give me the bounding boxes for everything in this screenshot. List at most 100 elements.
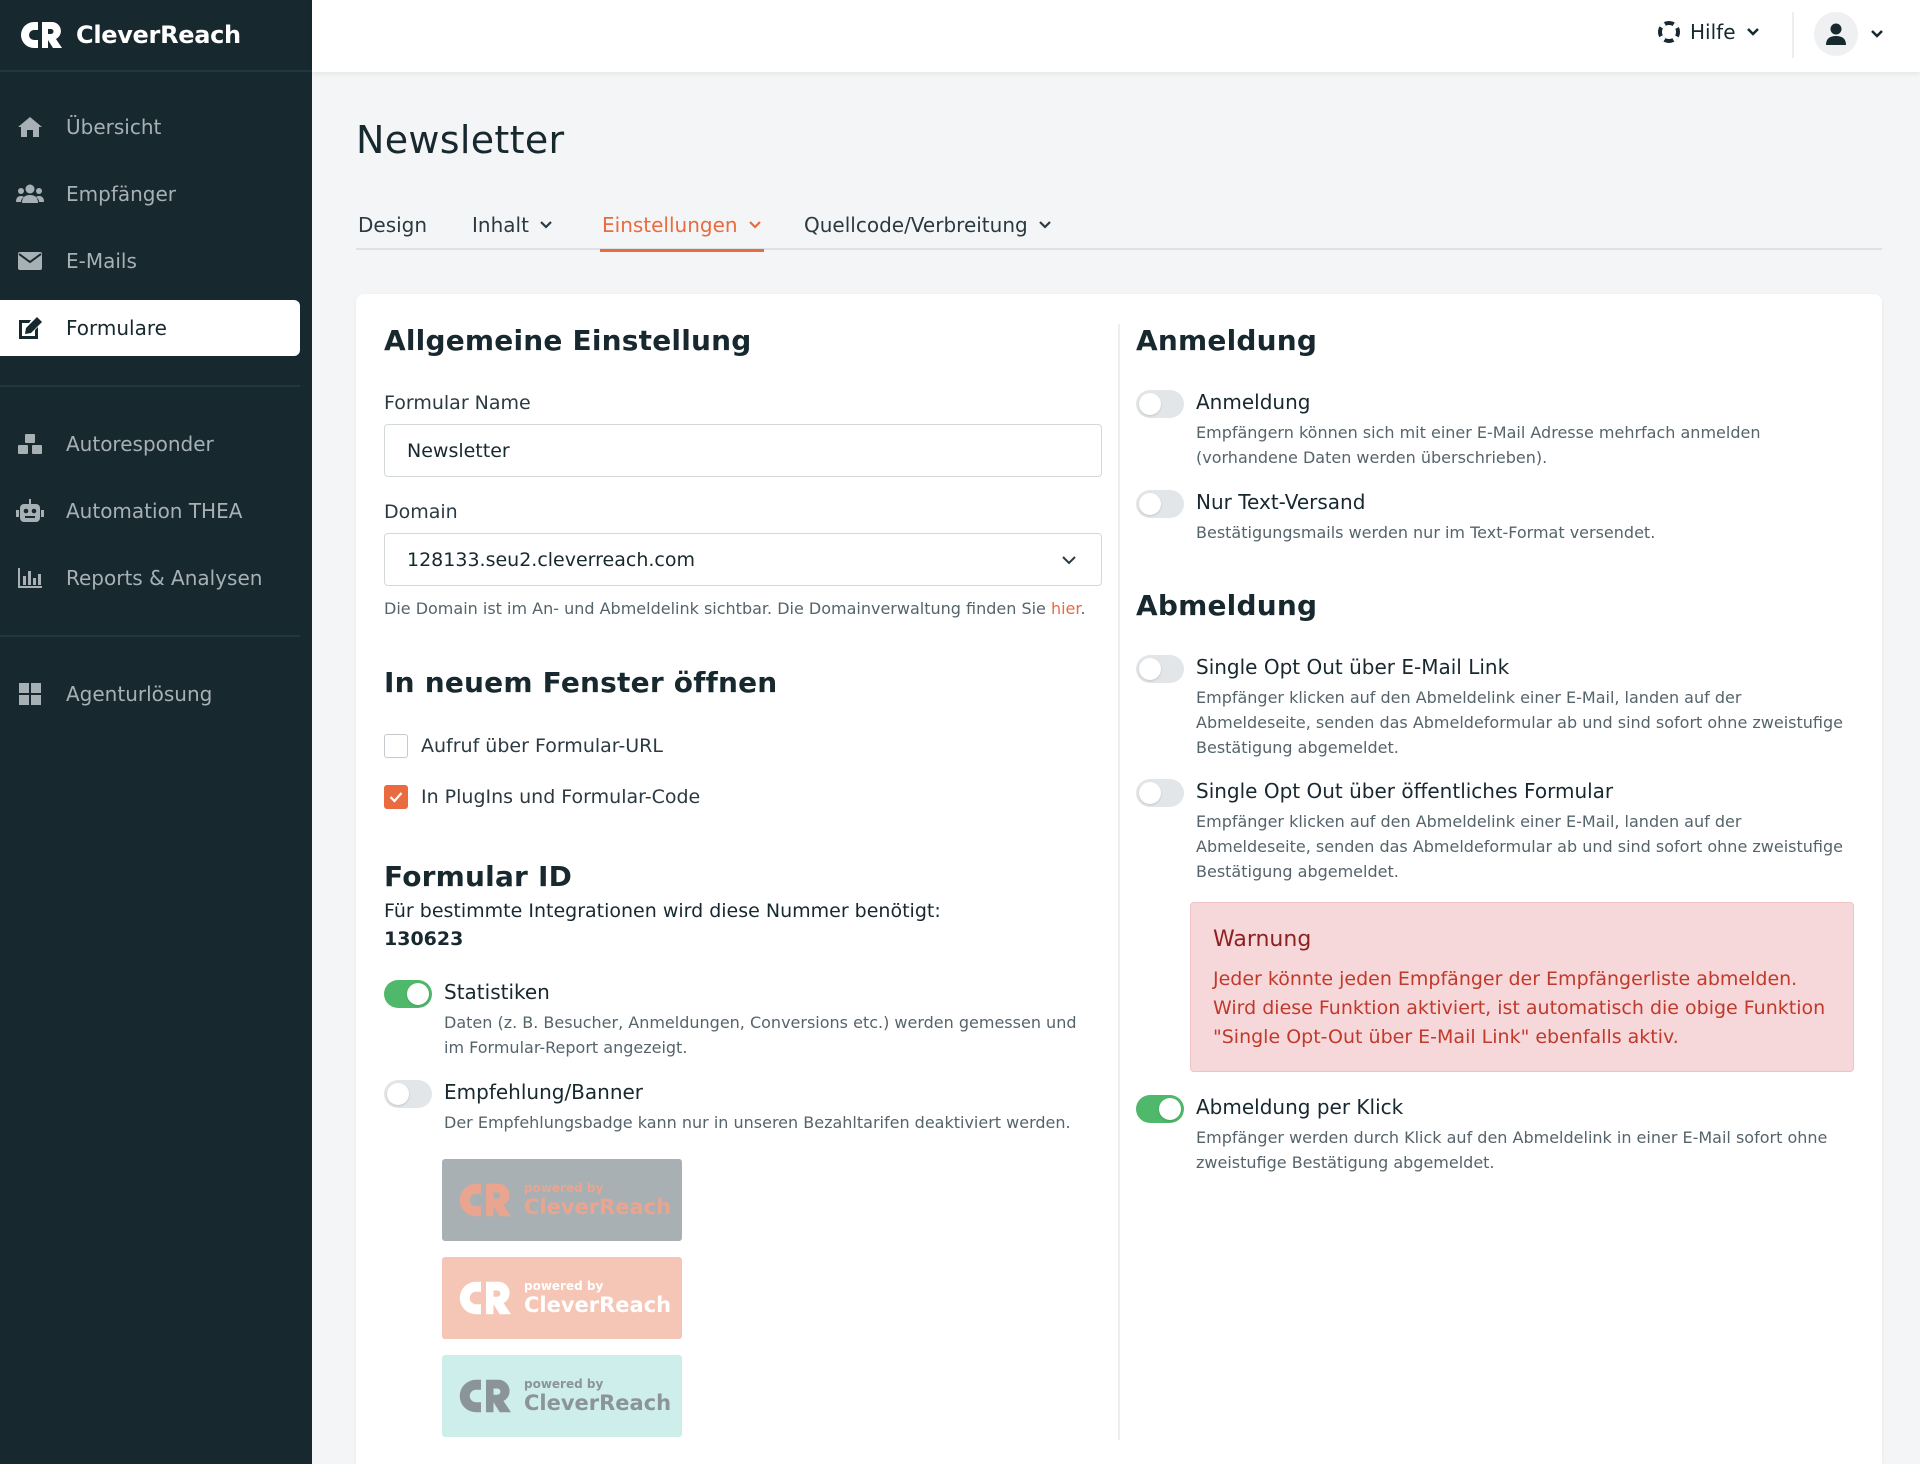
general-settings-heading: Allgemeine Einstellung: [384, 324, 752, 357]
toggle-title: Nur Text-Versand: [1196, 490, 1366, 514]
sidebar-item-reports[interactable]: Reports & Analysen: [0, 550, 300, 606]
grid-icon: [16, 680, 44, 708]
toggle-title: Empfehlung/Banner: [444, 1080, 644, 1104]
domain-management-link[interactable]: hier: [1051, 599, 1081, 618]
tab-bar: Design Inhalt Einstellungen Quellcode/Ve…: [356, 200, 1882, 252]
domain-hint-text: Die Domain ist im An- und Abmeldelink si…: [384, 599, 1051, 618]
chevron-down-icon: [540, 221, 552, 229]
badge-option-teal[interactable]: powered by CleverReach: [442, 1355, 682, 1437]
plugins-checkbox[interactable]: [384, 785, 408, 809]
desc-line: (vorhandene Daten werden überschrieben).: [1196, 448, 1548, 467]
warning-alert: Warnung Jeder könnte jeden Empfänger der…: [1190, 902, 1854, 1072]
desc-line: Bestätigungsmails werden nur im Text-For…: [1196, 523, 1656, 542]
badge-powered-by: powered by: [524, 1181, 604, 1195]
column-divider: [1118, 324, 1120, 1440]
sidebar-item-empfaenger[interactable]: Empfänger: [0, 166, 300, 222]
desc-line: Der Empfehlungsbadge kann nur in unseren…: [444, 1113, 1071, 1132]
brand-logo[interactable]: CleverReach: [0, 0, 312, 72]
badge-brand: CleverReach: [524, 1293, 672, 1317]
checkbox-row-form-url[interactable]: Aufruf über Formular-URL: [384, 734, 663, 758]
domain-selected-value: 128133.seu2.cleverreach.com: [407, 548, 695, 571]
chevron-down-icon: [1062, 556, 1076, 565]
domain-hint: Die Domain ist im An- und Abmeldelink si…: [384, 599, 1086, 618]
badge-brand: CleverReach: [524, 1195, 672, 1219]
sidebar-item-autoresponder[interactable]: Autoresponder: [0, 416, 300, 472]
badge-powered-by: powered by: [524, 1377, 604, 1391]
statistiken-toggle[interactable]: [384, 980, 432, 1008]
sidebar-item-emails[interactable]: E-Mails: [0, 233, 300, 289]
badge-text: powered by CleverReach: [524, 1181, 671, 1219]
form-id-value: 130623: [384, 928, 464, 950]
tab-design[interactable]: Design: [358, 208, 427, 242]
desc-line: Bestätigung abgemeldet.: [1196, 738, 1399, 757]
user-icon: [1826, 23, 1846, 45]
user-menu-button[interactable]: [1814, 12, 1884, 56]
form-name-label: Formular Name: [384, 392, 531, 414]
desc-line: Empfängern können sich mit einer E-Mail …: [1196, 423, 1761, 442]
envelope-icon: [16, 247, 44, 275]
nav-group-automation: Autoresponder Automation THEA Reports & …: [0, 387, 300, 637]
avatar: [1814, 12, 1858, 56]
badge-text: powered by CleverReach: [524, 1377, 671, 1415]
tab-quellcode-verbreitung[interactable]: Quellcode/Verbreitung: [804, 208, 1052, 242]
chevron-down-icon: [1871, 30, 1883, 38]
sidebar-item-formulare[interactable]: Formulare: [0, 300, 300, 356]
nav-group-main: Übersicht Empfänger E-Mails Formulare: [0, 72, 300, 387]
nur-text-versand-toggle[interactable]: [1136, 490, 1184, 518]
toggle-title: Abmeldung per Klick: [1196, 1095, 1404, 1119]
abmeldung-per-klick-toggle[interactable]: [1136, 1095, 1184, 1123]
desc-line: Empfänger werden durch Klick auf den Abm…: [1196, 1128, 1828, 1147]
empfehlung-banner-toggle[interactable]: [384, 1080, 432, 1108]
toggle-description: Bestätigungsmails werden nur im Text-For…: [1196, 520, 1655, 545]
checkmark-icon: [389, 792, 403, 803]
desc-line: Daten (z. B. Besucher, Anmeldungen, Conv…: [444, 1013, 1077, 1032]
sidebar-item-label: Empfänger: [66, 182, 177, 206]
sidebar-item-uebersicht[interactable]: Übersicht: [0, 99, 300, 155]
brand-name: CleverReach: [76, 21, 241, 49]
warning-line: Jeder könnte jeden Empfänger der Empfäng…: [1213, 968, 1798, 990]
tab-einstellungen[interactable]: Einstellungen: [600, 208, 764, 252]
page-title: Newsletter: [356, 118, 565, 162]
toggle-title: Single Opt Out über E-Mail Link: [1196, 655, 1510, 679]
warning-title: Warnung: [1213, 927, 1312, 952]
tab-label: Einstellungen: [602, 213, 738, 237]
new-window-heading: In neuem Fenster öffnen: [384, 666, 778, 699]
badge-brand: CleverReach: [524, 1391, 672, 1415]
desc-line: Empfänger klicken auf den Abmeldelink ei…: [1196, 688, 1742, 707]
lifebuoy-icon: [1658, 21, 1680, 43]
cleverreach-logo-icon: [459, 1379, 511, 1413]
help-menu-button[interactable]: Hilfe: [1658, 20, 1760, 44]
domain-label: Domain: [384, 501, 458, 523]
chevron-down-icon: [748, 221, 761, 229]
toggle-description: Empfängern können sich mit einer E-Mail …: [1196, 420, 1760, 470]
anmeldung-toggle[interactable]: [1136, 390, 1184, 418]
bar-chart-icon: [16, 564, 44, 592]
robot-icon: [16, 497, 44, 525]
single-opt-out-email-toggle[interactable]: [1136, 655, 1184, 683]
form-url-checkbox[interactable]: [384, 734, 408, 758]
desc-line: Abmeldeseite, senden das Abmeldeformular…: [1196, 713, 1843, 732]
form-id-heading: Formular ID: [384, 860, 573, 893]
tab-inhalt[interactable]: Inhalt: [472, 208, 553, 242]
tab-label: Quellcode/Verbreitung: [804, 213, 1028, 237]
tab-label: Inhalt: [472, 213, 529, 237]
badge-option-orange[interactable]: powered by CleverReach: [442, 1257, 682, 1339]
users-icon: [16, 180, 44, 208]
sidebar-item-label: Formulare: [66, 316, 167, 340]
sidebar: CleverReach Übersicht Empfänger E-Mails …: [0, 0, 312, 1464]
sidebar-item-automation-thea[interactable]: Automation THEA: [0, 483, 300, 539]
form-name-input[interactable]: Newsletter: [384, 424, 1102, 477]
sidebar-item-agenturloesung[interactable]: Agenturlösung: [0, 666, 300, 722]
checkbox-label: Aufruf über Formular-URL: [421, 735, 663, 757]
sidebar-item-label: E-Mails: [66, 249, 137, 273]
anmeldung-heading: Anmeldung: [1136, 324, 1318, 357]
topbar-divider: [1792, 12, 1794, 58]
nav-group-agency: Agenturlösung: [0, 637, 300, 751]
badge-option-gray[interactable]: powered by CleverReach: [442, 1159, 682, 1241]
warning-line: "Single Opt-Out über E-Mail Link" ebenfa…: [1213, 1026, 1679, 1048]
single-opt-out-form-toggle[interactable]: [1136, 779, 1184, 807]
desc-line: Empfänger klicken auf den Abmeldelink ei…: [1196, 812, 1742, 831]
sidebar-item-label: Übersicht: [66, 115, 162, 139]
domain-select[interactable]: 128133.seu2.cleverreach.com: [384, 533, 1102, 586]
checkbox-row-plugins[interactable]: In PlugIns und Formular-Code: [384, 785, 700, 809]
